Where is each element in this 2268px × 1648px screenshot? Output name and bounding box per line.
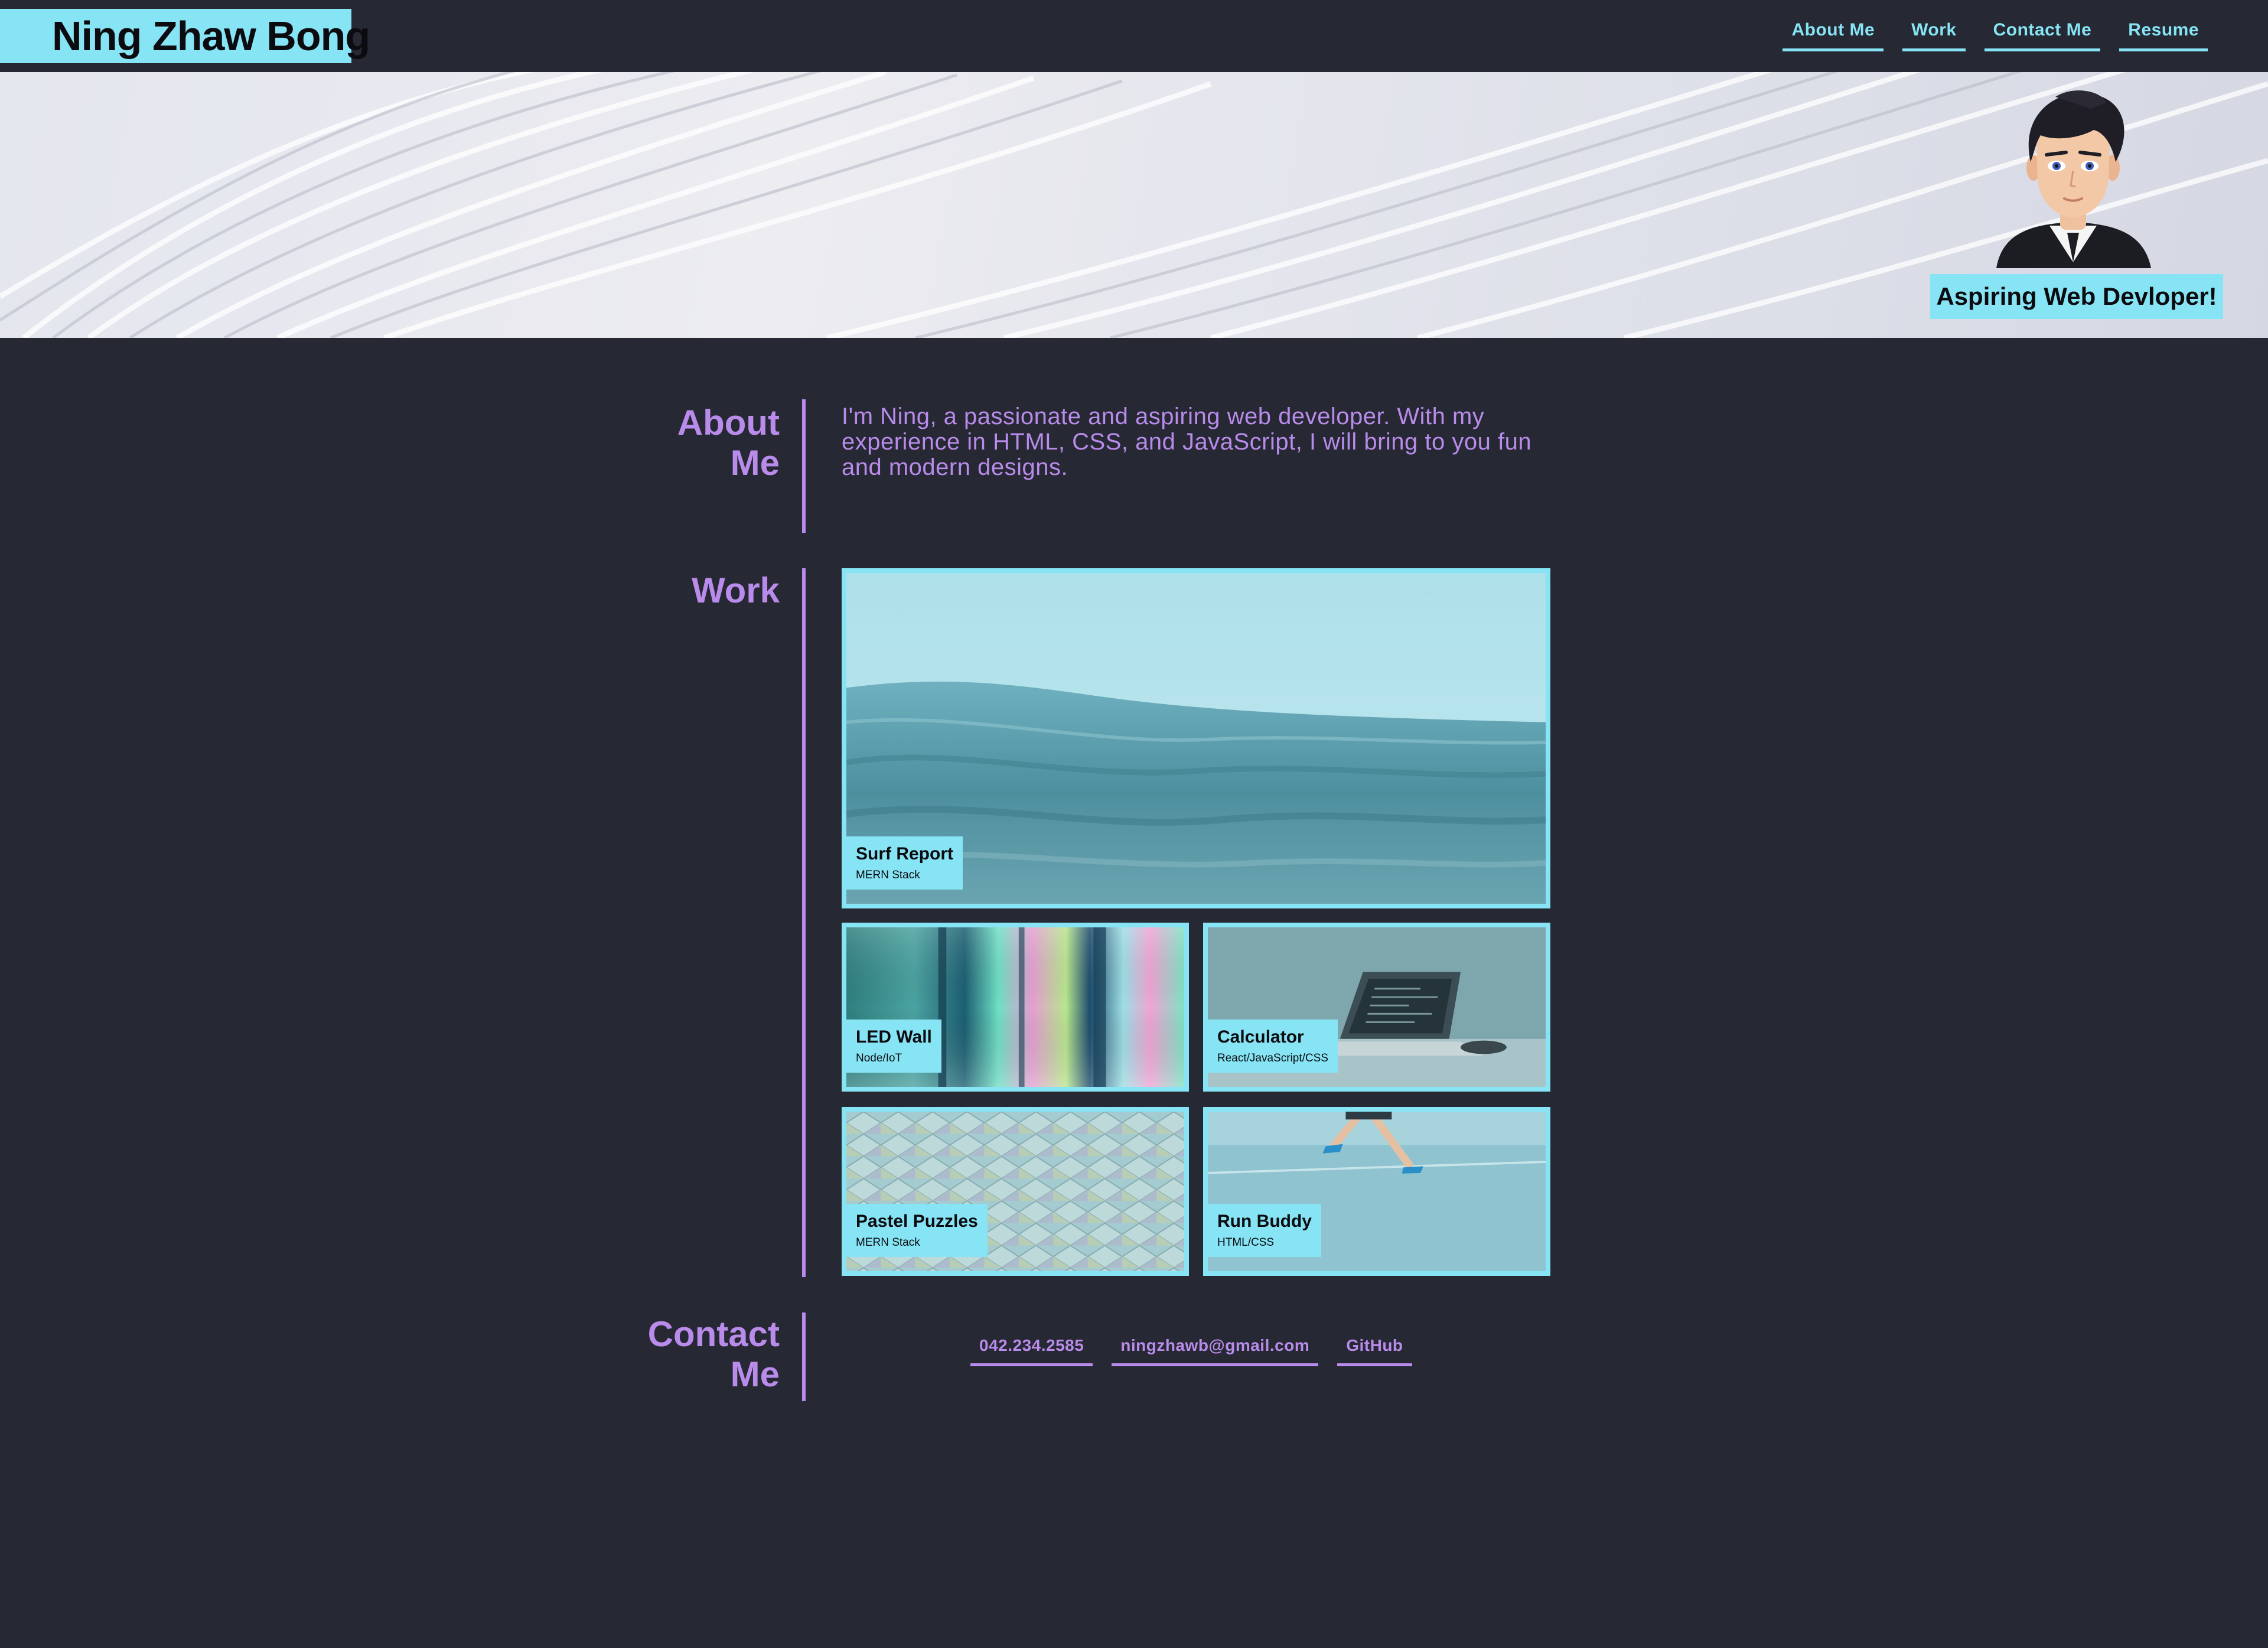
contact-links: 042.234.2585 ningzhawb@gmail.com GitHub	[970, 1336, 1412, 1366]
about-title-line2: Me	[730, 443, 780, 483]
project-label: Pastel Puzzles MERN Stack	[846, 1204, 988, 1257]
avatar-illustration	[1996, 90, 2151, 268]
nav-about-me[interactable]: About Me	[1783, 20, 1884, 51]
project-label: Surf Report MERN Stack	[846, 836, 963, 890]
project-label: Run Buddy HTML/CSS	[1208, 1204, 1321, 1257]
project-card-led-wall[interactable]: LED Wall Node/IoT	[842, 923, 1189, 1092]
nav-resume[interactable]: Resume	[2119, 20, 2208, 51]
project-stack: HTML/CSS	[1217, 1236, 1275, 1249]
project-title: Pastel Puzzles	[856, 1211, 978, 1231]
contact-divider	[802, 1312, 806, 1401]
project-title: LED Wall	[856, 1027, 932, 1047]
about-title-line1: About	[677, 403, 780, 442]
about-divider	[802, 399, 806, 533]
project-card-surf-report[interactable]: Surf Report MERN Stack	[842, 568, 1550, 908]
about-section-title: About Me	[677, 403, 780, 483]
hero-banner: Aspiring Web Devloper!	[0, 72, 2268, 338]
project-title: Calculator	[1217, 1027, 1304, 1047]
nav-work[interactable]: Work	[1902, 20, 1966, 51]
project-title: Surf Report	[856, 844, 953, 864]
project-stack: MERN Stack	[856, 869, 920, 881]
top-bar: Ning Zhaw Bong About Me Work Contact Me …	[0, 0, 2268, 72]
nav-contact-me[interactable]: Contact Me	[1984, 20, 2101, 51]
contact-section-title: Contact Me	[648, 1314, 780, 1395]
contact-github-link[interactable]: GitHub	[1337, 1336, 1412, 1366]
work-divider	[802, 568, 806, 1277]
about-text: I'm Ning, a passionate and aspiring web …	[842, 403, 1532, 480]
project-card-pastel-puzzles[interactable]: Pastel Puzzles MERN Stack	[842, 1107, 1189, 1276]
hero-background-image	[0, 72, 2268, 338]
project-stack: React/JavaScript/CSS	[1217, 1052, 1328, 1064]
main-nav: About Me Work Contact Me Resume	[1783, 20, 2208, 51]
project-title: Run Buddy	[1217, 1211, 1312, 1231]
project-card-calculator[interactable]: Calculator React/JavaScript/CSS	[1203, 923, 1550, 1092]
project-label: Calculator React/JavaScript/CSS	[1208, 1020, 1338, 1073]
contact-title-line2: Me	[730, 1354, 780, 1394]
project-label: LED Wall Node/IoT	[846, 1020, 941, 1073]
project-stack: MERN Stack	[856, 1236, 920, 1249]
site-title: Ning Zhaw Bong	[0, 9, 370, 63]
project-card-run-buddy[interactable]: Run Buddy HTML/CSS	[1203, 1107, 1550, 1276]
project-stack: Node/IoT	[856, 1052, 902, 1064]
hero-tagline: Aspiring Web Devloper!	[1930, 274, 2223, 319]
work-section-title: Work	[692, 571, 780, 610]
contact-phone-link[interactable]: 042.234.2585	[970, 1336, 1093, 1366]
contact-title-line1: Contact	[647, 1314, 780, 1354]
contact-email-link[interactable]: ningzhawb@gmail.com	[1112, 1336, 1319, 1366]
